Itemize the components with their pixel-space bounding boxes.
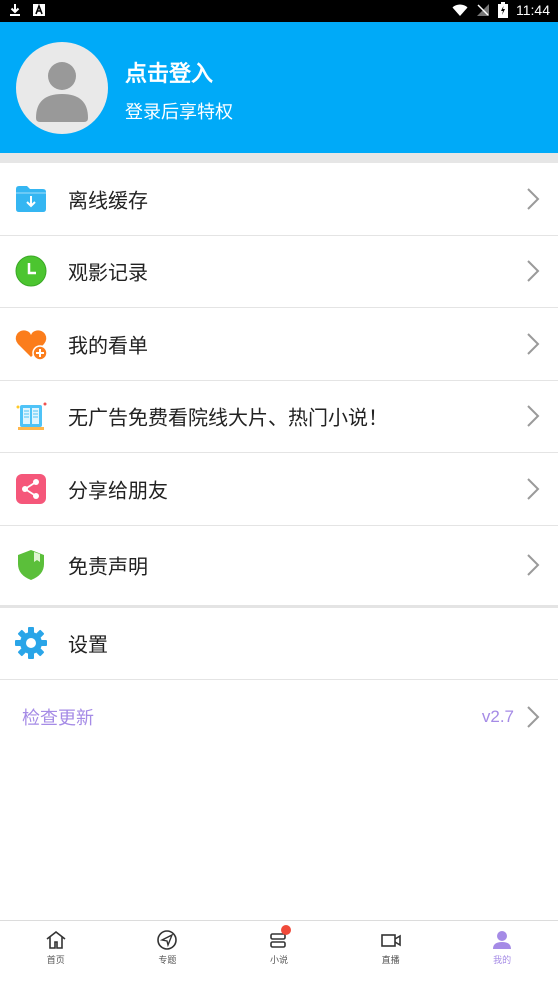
app-notification-icon [33, 3, 45, 16]
tab-label: 首页 [46, 956, 65, 966]
video-icon [380, 934, 401, 947]
tab-label: 专题 [158, 956, 177, 966]
default-user-icon [36, 62, 88, 122]
chevron-right-icon [527, 478, 540, 500]
menu-item-label: 设置 [68, 632, 108, 657]
book-icon [16, 402, 47, 431]
settings-menu: 离线缓存 观影记录 我的看单 无广告免费看院线大片、热门小说！ 分享给朋友 免责… [0, 163, 558, 754]
menu-item-label: 我的看单 [68, 333, 148, 358]
user-icon [493, 931, 512, 949]
menu-item-watchlist[interactable]: 我的看单 [0, 308, 558, 381]
menu-item-ad-free-promo[interactable]: 无广告免费看院线大片、热门小说！ [0, 380, 558, 453]
tab-label: 小说 [269, 956, 288, 966]
status-bar: 11:44 [0, 0, 558, 22]
tab-novels[interactable]: 小说 [223, 921, 335, 992]
version-label: v2.7 [481, 707, 514, 726]
bottom-navigation: 首页 专题 小说 直播 我的 [0, 920, 558, 992]
share-icon [16, 473, 46, 504]
chevron-right-icon [527, 333, 540, 355]
menu-item-label: 观影记录 [68, 260, 148, 285]
no-signal-icon [477, 4, 489, 16]
download-notification-icon [10, 4, 20, 16]
compass-icon [157, 930, 178, 950]
wifi-icon [452, 4, 468, 16]
clock-icon [15, 255, 47, 287]
heart-plus-icon [15, 330, 48, 361]
menu-item-watch-history[interactable]: 观影记录 [0, 235, 558, 308]
menu-item-share[interactable]: 分享给朋友 [0, 453, 558, 526]
check-update-label: 检查更新 [22, 708, 94, 729]
shield-icon [18, 550, 44, 580]
clock-time: 11:44 [516, 2, 550, 18]
chevron-right-icon [527, 188, 540, 210]
menu-item-label: 免责声明 [68, 554, 148, 579]
tab-topics[interactable]: 专题 [112, 921, 224, 992]
login-title[interactable]: 点击登入 [125, 56, 213, 88]
menu-item-disclaimer[interactable]: 免责声明 [0, 525, 558, 608]
chevron-right-icon [527, 405, 540, 427]
avatar[interactable] [16, 42, 108, 134]
menu-item-settings[interactable]: 设置 [0, 607, 558, 680]
tab-home[interactable]: 首页 [0, 921, 112, 992]
battery-icon [498, 2, 508, 18]
chevron-right-icon [527, 554, 540, 576]
menu-item-offline-cache[interactable]: 离线缓存 [0, 163, 558, 236]
menu-item-label: 分享给朋友 [68, 478, 168, 503]
gear-icon [15, 627, 47, 660]
section-divider [0, 153, 558, 163]
menu-item-label: 无广告免费看院线大片、热门小说！ [68, 405, 388, 430]
tab-mine[interactable]: 我的 [446, 921, 558, 992]
chevron-right-icon [527, 260, 540, 282]
menu-item-label: 离线缓存 [68, 188, 148, 213]
tab-label: 我的 [493, 956, 512, 966]
login-subtitle: 登录后享特权 [125, 102, 233, 123]
check-update-row[interactable]: 检查更新 v2.7 [0, 680, 558, 754]
tab-label: 直播 [381, 956, 400, 966]
tab-live[interactable]: 直播 [335, 921, 447, 992]
download-folder-icon [16, 185, 46, 212]
profile-header[interactable]: 点击登入 登录后享特权 [0, 22, 558, 153]
home-icon [46, 930, 66, 949]
chevron-right-icon [527, 706, 540, 728]
